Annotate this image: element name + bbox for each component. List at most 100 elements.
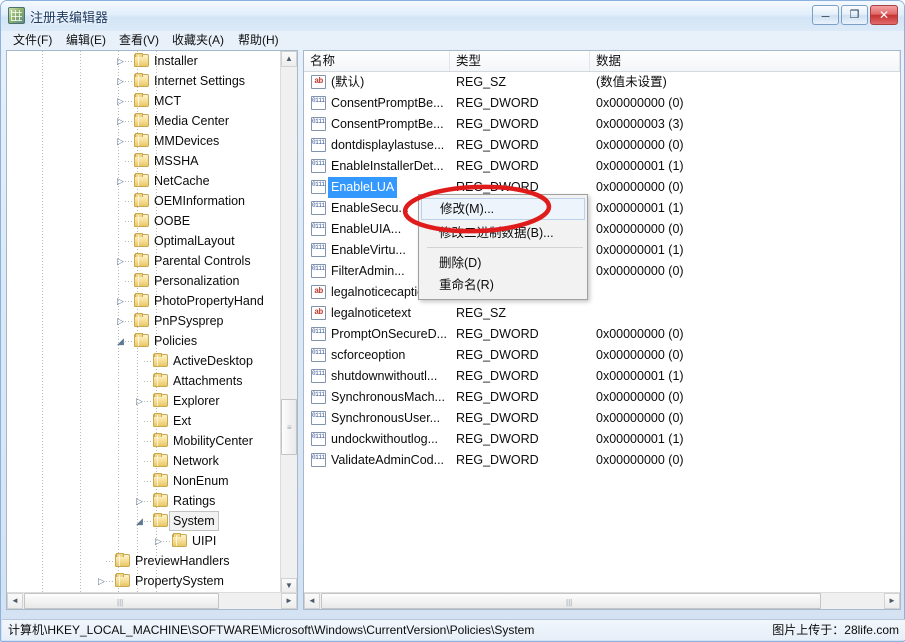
tree-connector [125, 221, 134, 222]
tree-node-label: UIPI [192, 531, 216, 551]
tree-connector [144, 421, 153, 422]
tree-connector [125, 81, 134, 82]
menu-item-4[interactable]: 帮助(H) [233, 32, 284, 49]
table-row[interactable]: ablegalnoticetextREG_SZ [304, 303, 900, 324]
menu-item-3[interactable]: 收藏夹(A) [167, 32, 229, 49]
table-row[interactable]: 011​110EnableUIA...REG_DWORD0x00000000 (… [304, 219, 900, 240]
table-row[interactable]: 011​110ConsentPromptBe...REG_DWORD0x0000… [304, 93, 900, 114]
tree-node-propertysystem[interactable]: ▷PropertySystem [7, 571, 282, 591]
column-header-2[interactable]: 数据 [590, 51, 900, 71]
tree-node-system[interactable]: ◢System [7, 511, 282, 531]
column-header-1[interactable]: 类型 [450, 51, 590, 71]
tree-node-netcache[interactable]: ▷NetCache [7, 171, 282, 191]
tree-node-mmdevices[interactable]: ▷MMDevices [7, 131, 282, 151]
maximize-button[interactable]: ❐ [841, 5, 868, 25]
table-row[interactable]: 011​110shutdownwithoutl...REG_DWORD0x000… [304, 366, 900, 387]
table-row[interactable]: ablegalnoticecaptionREG_SZ [304, 282, 900, 303]
folder-icon [134, 214, 149, 227]
tree-node-network[interactable]: Network [7, 451, 282, 471]
tree-node-label: OOBE [154, 211, 190, 231]
tree-node-personalization[interactable]: Personalization [7, 271, 282, 291]
tree-scroll-thumb[interactable]: ≡ [281, 399, 297, 455]
table-row[interactable]: 011​110EnableSecu...REG_DWORD0x00000001 … [304, 198, 900, 219]
red-ellipse-annotation [399, 181, 559, 237]
table-row[interactable]: 011​110dontdisplaylastuse...REG_DWORD0x0… [304, 135, 900, 156]
tree-node-label: MobilityCenter [173, 431, 253, 451]
table-row[interactable]: 011​110FilterAdmin...REG_DWORD0x00000000… [304, 261, 900, 282]
value-type: REG_DWORD [456, 114, 539, 135]
column-header-0[interactable]: 名称 [304, 51, 450, 71]
tree-scroll-up-button[interactable]: ▲ [281, 51, 297, 67]
folder-icon [134, 154, 149, 167]
list-hscroll-thumb[interactable]: ||| [321, 593, 821, 609]
table-row[interactable]: 011​110EnableLUAREG_DWORD0x00000000 (0) [304, 177, 900, 198]
tree-node-mssha[interactable]: MSSHA [7, 151, 282, 171]
value-data: 0x00000000 (0) [596, 387, 684, 408]
menu-item-0[interactable]: 文件(F) [8, 32, 57, 49]
tree-node-label: MCT [154, 91, 181, 111]
table-row[interactable]: 011​110ConsentPromptBe...REG_DWORD0x0000… [304, 114, 900, 135]
tree-node-ext[interactable]: Ext [7, 411, 282, 431]
dword-value-icon: 011​110 [311, 390, 326, 404]
tree-node-attachments[interactable]: Attachments [7, 371, 282, 391]
table-row[interactable]: 011​110scforceoptionREG_DWORD0x00000000 … [304, 345, 900, 366]
value-data: 0x00000000 (0) [596, 324, 684, 345]
tree-node-internet-settings[interactable]: ▷Internet Settings [7, 71, 282, 91]
tree-node-photopropertyhand[interactable]: ▷PhotoPropertyHand [7, 291, 282, 311]
tree-node-parental-controls[interactable]: ▷Parental Controls [7, 251, 282, 271]
list-scroll-left-button[interactable]: ◄ [304, 593, 320, 609]
tree-connector [125, 201, 134, 202]
menu-bar: 文件(F)编辑(E)查看(V)收藏夹(A)帮助(H) [2, 31, 905, 49]
tree-node-previewhandlers[interactable]: PreviewHandlers [7, 551, 282, 571]
tree-node-oobe[interactable]: OOBE [7, 211, 282, 231]
registry-tree-pane[interactable]: ▷Installer▷Internet Settings▷MCT▷Media C… [6, 50, 298, 610]
value-name: (默认) [331, 72, 364, 93]
list-scroll-right-button[interactable]: ► [884, 593, 900, 609]
table-row[interactable]: 011​110SynchronousMach...REG_DWORD0x0000… [304, 387, 900, 408]
folder-icon [134, 274, 149, 287]
tree-scroll-left-button[interactable]: ◄ [7, 593, 23, 609]
tree-node-label: OptimalLayout [154, 231, 235, 251]
tree-scroll-right-button[interactable]: ► [281, 593, 297, 609]
tree-node-label: Ext [173, 411, 191, 431]
menu-item-2[interactable]: 查看(V) [114, 32, 164, 49]
list-horizontal-scrollbar[interactable]: ◄ ||| ► [304, 592, 900, 609]
table-row[interactable]: 011​110undockwithoutlog...REG_DWORD0x000… [304, 429, 900, 450]
table-row[interactable]: 011​110EnableInstallerDet...REG_DWORD0x0… [304, 156, 900, 177]
table-row[interactable]: 011​110ValidateAdminCod...REG_DWORD0x000… [304, 450, 900, 471]
context-menu-item-3[interactable]: 重命名(R) [421, 274, 585, 296]
tree-node-mobilitycenter[interactable]: MobilityCenter [7, 431, 282, 451]
close-button[interactable]: ✕ [870, 5, 898, 25]
tree-node-optimallayout[interactable]: OptimalLayout [7, 231, 282, 251]
tree-vertical-scrollbar[interactable]: ▲ ≡ ▼ [280, 51, 297, 594]
table-row[interactable]: 011​110PromptOnSecureD...REG_DWORD0x0000… [304, 324, 900, 345]
folder-icon [153, 414, 168, 427]
value-type: REG_DWORD [456, 450, 539, 471]
tree-node-media-center[interactable]: ▷Media Center [7, 111, 282, 131]
tree-node-label: MSSHA [154, 151, 198, 171]
tree-node-activedesktop[interactable]: ActiveDesktop [7, 351, 282, 371]
tree-hscroll-thumb[interactable]: ||| [24, 593, 219, 609]
tree-node-mct[interactable]: ▷MCT [7, 91, 282, 111]
dword-value-icon: 011​110 [311, 201, 326, 215]
minimize-button[interactable]: ─ [812, 5, 839, 25]
registry-values-pane[interactable]: 名称类型数据 ab(默认)REG_SZ(数值未设置)011​110Consent… [303, 50, 901, 610]
tree-node-uipi[interactable]: ▷UIPI [7, 531, 282, 551]
table-row[interactable]: 011​110EnableVirtu...REG_DWORD0x00000001… [304, 240, 900, 261]
tree-node-label: Ratings [173, 491, 215, 511]
tree-node-ratings[interactable]: ▷Ratings [7, 491, 282, 511]
tree-node-pnpsysprep[interactable]: ▷PnPSysprep [7, 311, 282, 331]
table-row[interactable]: 011​110SynchronousUser...REG_DWORD0x0000… [304, 408, 900, 429]
table-row[interactable]: ab(默认)REG_SZ(数值未设置) [304, 72, 900, 93]
tree-node-oeminformation[interactable]: OEMInformation [7, 191, 282, 211]
tree-horizontal-scrollbar[interactable]: ◄ ||| ► [7, 592, 297, 609]
tree-node-nonenum[interactable]: NonEnum [7, 471, 282, 491]
value-name: EnableInstallerDet... [331, 156, 444, 177]
value-name: EnableLUA [328, 177, 397, 198]
menu-item-1[interactable]: 编辑(E) [61, 32, 111, 49]
tree-node-installer[interactable]: ▷Installer [7, 51, 282, 71]
tree-node-policies[interactable]: ◢Policies [7, 331, 282, 351]
context-menu-item-2[interactable]: 删除(D) [421, 252, 585, 274]
value-data: 0x00000001 (1) [596, 156, 684, 177]
tree-node-explorer[interactable]: ▷Explorer [7, 391, 282, 411]
